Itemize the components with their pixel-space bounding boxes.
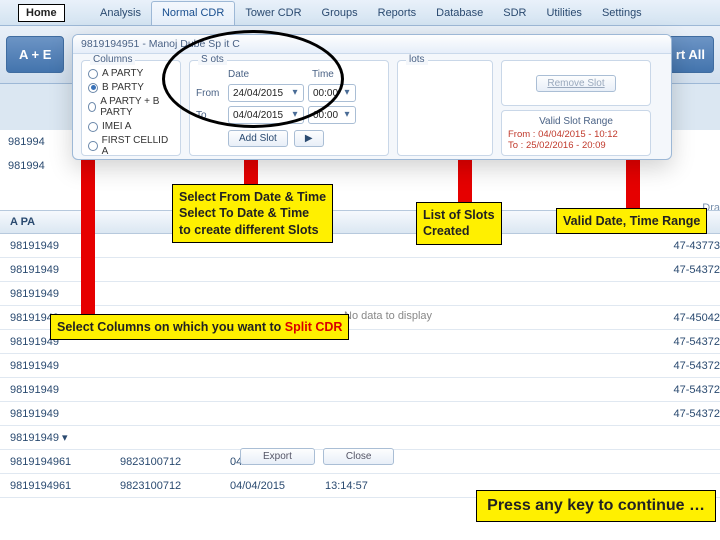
to-time-input[interactable]: 00:00▾ — [308, 106, 356, 124]
radio-label: IMEI A — [102, 121, 131, 132]
radio-a-party[interactable]: A PARTY — [88, 68, 174, 79]
from-date-input[interactable]: 24/04/2015▾ — [228, 84, 304, 102]
app-root: Home Analysis Normal CDR Tower CDR Group… — [0, 0, 720, 540]
table-row[interactable]: 9819194947-54372 — [0, 258, 720, 282]
tab-database[interactable]: Database — [426, 2, 493, 25]
from-label: From — [196, 88, 224, 99]
stepper-icon[interactable]: ▾ — [341, 87, 353, 99]
table-row[interactable]: 98191949 — [0, 282, 720, 306]
remove-slot-button[interactable]: Remove Slot — [536, 75, 615, 92]
radio-label: A PARTY + B PARTY — [100, 96, 174, 118]
range-to: To : 25/02/2016 - 20:09 — [508, 140, 644, 151]
date-header: Date — [228, 69, 308, 80]
tab-settings[interactable]: Settings — [592, 2, 652, 25]
tab-analysis[interactable]: Analysis — [90, 2, 151, 25]
range-title: Valid Slot Range — [508, 116, 644, 127]
home-button[interactable]: Home — [18, 4, 65, 22]
columns-panel-label: Columns — [90, 54, 135, 65]
radio-imei-a[interactable]: IMEI A — [88, 121, 174, 132]
table-row[interactable]: 98191949 ▾ — [0, 426, 720, 450]
range-from: From : 04/04/2015 - 10:12 — [508, 129, 644, 140]
radio-label: B PARTY — [102, 82, 144, 93]
tab-tower-cdr[interactable]: Tower CDR — [235, 2, 311, 25]
from-time-input[interactable]: 00:00▾ — [308, 84, 356, 102]
tab-utilities[interactable]: Utilities — [536, 2, 591, 25]
dialog-title: 9819194951 - Manoj Dube Sp it C — [73, 35, 671, 54]
close-button[interactable]: Close — [323, 448, 395, 465]
tab-reports[interactable]: Reports — [368, 2, 427, 25]
table-row[interactable]: 9819194947-54372 — [0, 402, 720, 426]
slots-panel-label: S ots — [198, 54, 227, 65]
ribbon-tabs: Home Analysis Normal CDR Tower CDR Group… — [0, 0, 720, 26]
stepper-icon[interactable]: ▾ — [341, 109, 353, 121]
remove-slot-panel: Remove Slot — [501, 60, 651, 106]
label-range-help: Valid Date, Time Range — [556, 208, 707, 234]
created-slots-panel: lots — [397, 60, 493, 156]
table-row[interactable]: 9819194947-54372 — [0, 354, 720, 378]
to-label: To — [196, 110, 224, 121]
id-preview-2: 981994 — [8, 160, 45, 172]
mid-toolbar: Export Close — [240, 448, 394, 465]
created-panel-label: lots — [406, 54, 428, 65]
export-button[interactable]: Export — [240, 448, 315, 465]
label-columns-help: Select Columns on which you want to Spli… — [50, 314, 349, 340]
table-row[interactable]: 9819194947-54372 — [0, 378, 720, 402]
label-slots-help: Select From Date & Time Select To Date &… — [172, 184, 333, 243]
radio-first-cellid-a[interactable]: FIRST CELLID A — [88, 135, 174, 157]
to-date-input[interactable]: 04/04/2015▾ — [228, 106, 304, 124]
play-button[interactable]: ▶ — [294, 130, 324, 147]
radio-label: A PARTY — [102, 68, 143, 79]
radio-ab-party[interactable]: A PARTY + B PARTY — [88, 96, 174, 118]
radio-label: FIRST CELLID A — [102, 135, 174, 157]
time-header: Time — [312, 69, 334, 80]
label-created-help: List of Slots Created — [416, 202, 502, 245]
valid-slot-range-panel: Valid Slot Range From : 04/04/2015 - 10:… — [501, 110, 651, 156]
no-data-label: No data to display — [344, 310, 432, 322]
ribbon-right-button[interactable]: rt All — [667, 36, 714, 73]
id-preview-1: 981994 — [8, 136, 45, 148]
tab-sdr[interactable]: SDR — [493, 2, 536, 25]
calendar-icon[interactable]: ▾ — [289, 109, 301, 121]
ribbon-left-button[interactable]: A + E — [6, 36, 64, 73]
press-any-key: Press any key to continue … — [476, 490, 716, 522]
split-cdr-dialog: 9819194951 - Manoj Dube Sp it C Columns … — [72, 34, 672, 160]
grid-header-apa[interactable]: A PA — [10, 216, 120, 228]
tab-normal-cdr[interactable]: Normal CDR — [151, 1, 235, 25]
slots-panel: S ots Date Time From 24/04/2015▾ 00:00▾ … — [189, 60, 389, 156]
calendar-icon[interactable]: ▾ — [289, 87, 301, 99]
add-slot-button[interactable]: Add Slot — [228, 130, 288, 147]
columns-panel: Columns A PARTY B PARTY A PARTY + B PART… — [81, 60, 181, 156]
radio-b-party[interactable]: B PARTY — [88, 82, 174, 93]
tab-groups[interactable]: Groups — [312, 2, 368, 25]
table-row[interactable]: 9819194947-43773 — [0, 234, 720, 258]
